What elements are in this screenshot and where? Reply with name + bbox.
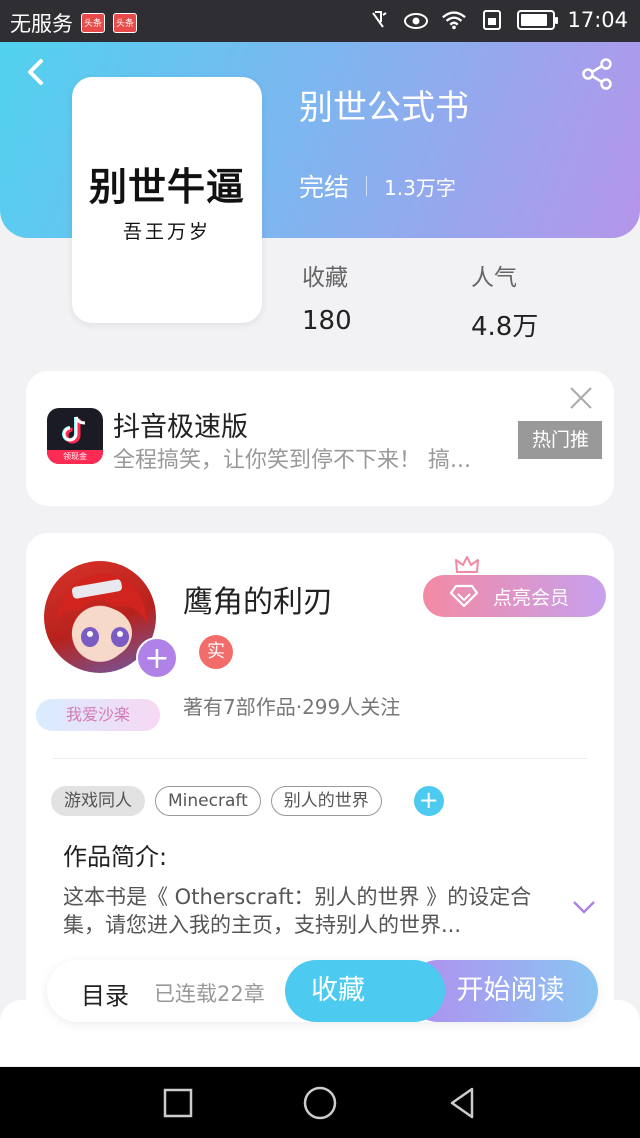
vip-button[interactable]: 点亮会员 [423,575,606,617]
book-meta: 完结 1.3万字 [299,168,456,204]
popularity-stat: 人气 4.8万 [471,258,538,343]
triangle-back-icon [450,1087,474,1119]
fan-badge: 我爱沙楽 [36,699,160,731]
square-icon [163,1088,193,1118]
clock: 17:04 [567,8,628,32]
diamond-icon [449,584,479,608]
ad-close-button[interactable] [568,385,594,411]
chapter-count: 已连载22章 [154,982,265,1006]
share-icon [582,58,612,90]
ad-description: 全程搞笑，让你笑到停不下来！ 搞... [113,448,471,473]
ad-title: 抖音极速版 [113,412,248,443]
share-button[interactable] [580,56,616,92]
author-card: + 我爱沙楽 鹰角的利刃 实 著有7部作品·299人关注 点亮会员 游戏同人 M… [26,533,614,1023]
meta-divider [366,176,368,196]
vibrate-off-icon [365,8,391,32]
action-bar: 目录 已连载22章 开始阅读 收藏 [47,960,598,1022]
book-cover[interactable]: 别世牛逼 吾王万岁 [72,77,262,323]
system-back-button[interactable] [444,1085,480,1121]
eye-icon [403,8,429,32]
carrier-text: 无服务 [10,12,73,36]
system-nav-bar [0,1067,640,1138]
popularity-value: 4.8万 [471,312,539,342]
vip-button-label: 点亮会员 [493,586,570,609]
cover-title: 别世牛逼 [88,164,245,209]
close-icon [570,387,592,409]
favorites-label: 收藏 [302,265,348,291]
home-button[interactable] [302,1085,338,1121]
popularity-label: 人气 [471,265,517,291]
intro-heading: 作品简介: [63,843,168,871]
verified-badge: 实 [199,635,233,669]
divider [52,758,588,759]
battery-icon [517,10,559,30]
book-status: 完结 [299,173,350,202]
author-name[interactable]: 鹰角的利刃 [183,577,333,621]
back-button[interactable] [22,56,52,90]
tag-item[interactable]: 游戏同人 [51,786,145,816]
author-avatar-wrap[interactable]: + [44,561,178,679]
expand-intro-button[interactable] [572,899,596,915]
notification-badge: 头条 [81,13,105,33]
word-count: 1.3万字 [384,175,456,200]
tag-item[interactable]: 别人的世界 [270,786,382,816]
music-note-icon [62,416,86,444]
douyin-app-icon: 领现金 [47,408,103,464]
cover-subtitle: 吾王万岁 [122,221,211,243]
tag-item[interactable]: Minecraft [155,786,261,816]
tag-list: 游戏同人 Minecraft 别人的世界 + [51,786,444,816]
ad-card[interactable]: 领现金 抖音极速版 全程搞笑，让你笑到停不下来！ 搞... 热门推 [26,371,614,506]
circle-icon [303,1086,337,1120]
ad-icon-tag: 领现金 [47,450,103,464]
status-bar: 无服务 头条 头条 17:04 [0,0,640,42]
favorites-stat: 收藏 180 [302,258,352,336]
intro-text: 这本书是《 Otherscraft：别人的世界 》的设定合集，请您进入我的主页，… [63,885,532,937]
add-tag-button[interactable]: + [413,786,444,816]
favorites-value: 180 [302,306,352,336]
author-stats: 著有7部作品·299人关注 [183,695,401,719]
follow-plus-button[interactable]: + [136,637,178,679]
recent-apps-button[interactable] [160,1085,196,1121]
crown-icon [455,556,479,573]
add-to-favorites-button[interactable]: 收藏 [285,960,445,1022]
sim-icon [479,8,505,32]
notification-badge: 头条 [113,13,137,33]
wifi-icon [441,8,467,32]
ad-tag: 热门推 [518,421,602,459]
chevron-down-icon [573,901,595,914]
book-title: 别世公式书 [299,88,469,128]
toc-button[interactable]: 目录 [81,976,129,1011]
